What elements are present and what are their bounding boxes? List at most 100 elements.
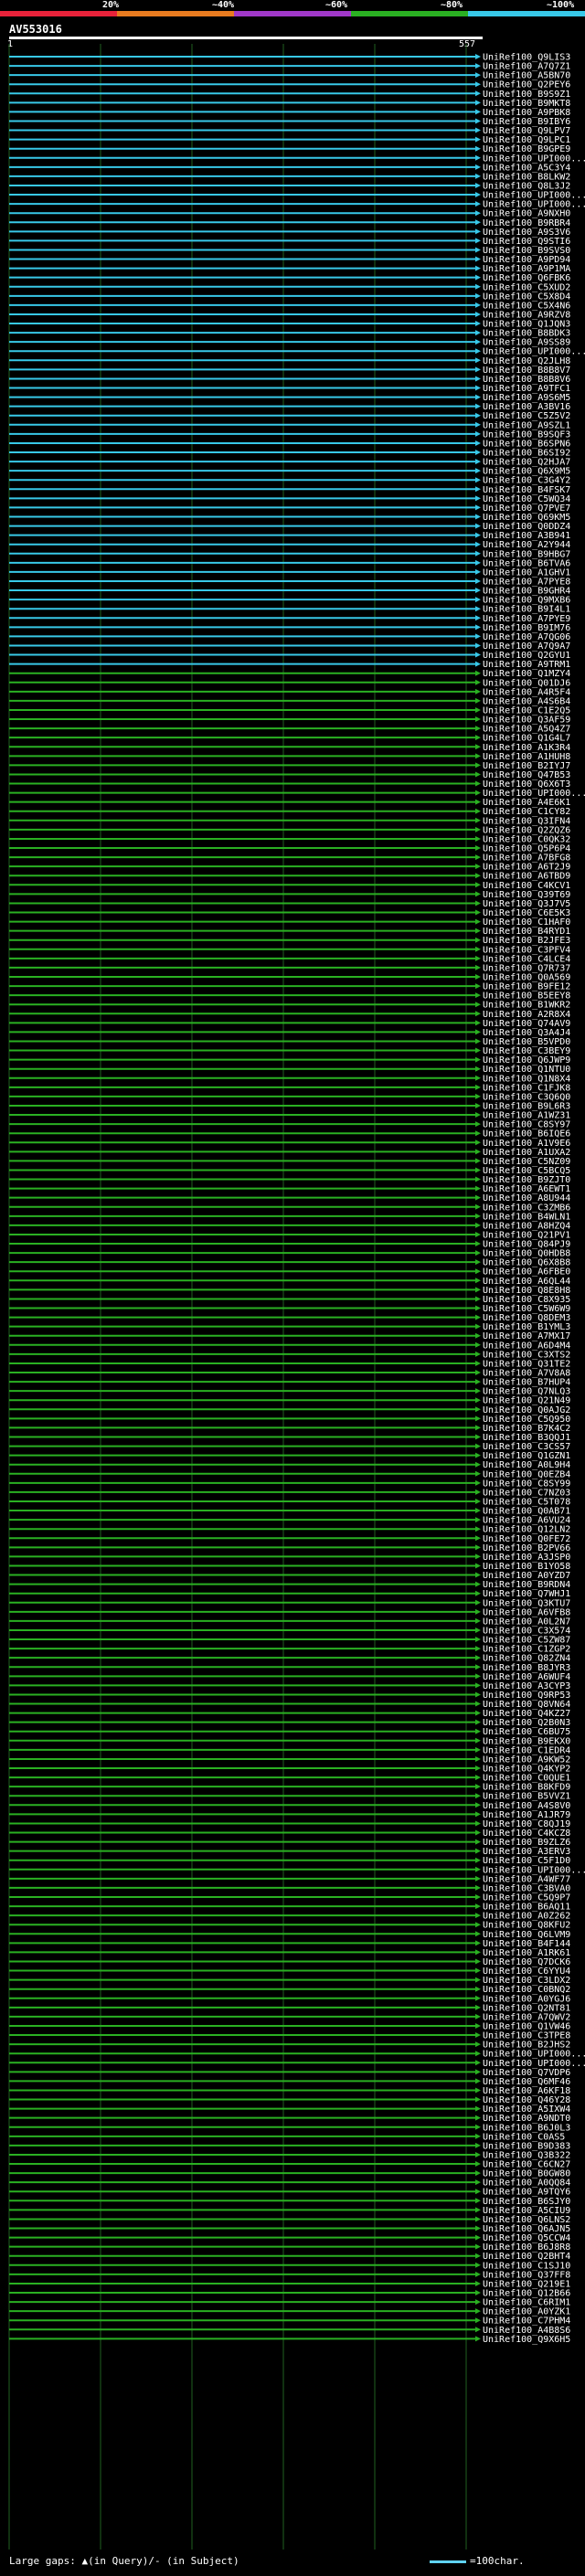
hit-arrow: [475, 2290, 481, 2296]
hit-arrow: [475, 430, 481, 437]
hit-arrow: [475, 357, 481, 364]
hit-arrow: [475, 1701, 481, 1707]
hit-arrow: [475, 256, 481, 262]
hit-arrow: [475, 597, 481, 603]
hit-arrow: [475, 845, 481, 852]
hit-arrow: [475, 2299, 481, 2306]
hit-arrow: [475, 873, 481, 879]
hit-arrow: [475, 2308, 481, 2315]
hit-arrow: [475, 292, 481, 299]
hit-arrow: [475, 2317, 481, 2324]
hit-arrow: [475, 1646, 481, 1652]
hit-arrow: [475, 468, 481, 474]
hit-arrow: [475, 2262, 481, 2268]
hit-arrow: [475, 652, 481, 658]
scale-legend-text: =100char.: [470, 2555, 525, 2567]
hit-arrow: [475, 697, 481, 704]
hit-arrow: [475, 891, 481, 897]
gap-legend: Large gaps: ▲(in Query)/- (in Subject): [9, 2555, 239, 2567]
hit-arrow: [475, 2096, 481, 2103]
hit-arrow: [475, 2041, 481, 2048]
hit-arrow: [475, 1508, 481, 1514]
hit-arrow: [475, 2179, 481, 2186]
hit-arrow: [475, 679, 481, 685]
hit-arrow: [475, 330, 481, 336]
hit-arrow: [475, 1673, 481, 1680]
hit-arrow: [475, 1765, 481, 1772]
hit-arrow: [475, 2198, 481, 2204]
hit-arrow: [475, 1922, 481, 1928]
hit-arrow: [475, 1287, 481, 1293]
hit-arrow: [475, 63, 481, 69]
hit-arrow: [475, 2133, 481, 2139]
hit-arrow: [475, 210, 481, 217]
hit-arrow: [475, 606, 481, 612]
hit-arrow: [475, 2105, 481, 2112]
hit-arrow: [475, 1388, 481, 1394]
hit-arrow: [475, 2032, 481, 2039]
hit-arrow: [475, 1149, 481, 1155]
hit-arrow: [475, 486, 481, 493]
hit-arrow: [475, 1341, 481, 1348]
hit-arrow: [475, 2189, 481, 2195]
hit-arrow: [475, 1967, 481, 1974]
hit-arrow: [475, 1903, 481, 1910]
hit-arrow: [475, 983, 481, 990]
hit-arrow: [475, 1277, 481, 1284]
hit-arrow: [475, 1185, 481, 1192]
hit-arrow: [475, 1931, 481, 1937]
hit-arrow: [475, 1332, 481, 1339]
hit-arrow: [475, 385, 481, 391]
hit-arrow: [475, 1479, 481, 1486]
hit-arrow: [475, 799, 481, 805]
hit-arrow: [475, 1038, 481, 1044]
hit-arrow: [475, 900, 481, 906]
hit-arrow: [475, 1250, 481, 1256]
hit-arrow: [475, 201, 481, 207]
hit-arrow: [475, 817, 481, 823]
hit-arrow: [475, 928, 481, 934]
hit-arrow: [475, 1314, 481, 1320]
hit-arrow: [475, 864, 481, 870]
hit-arrow: [475, 1443, 481, 1449]
hit-arrow: [475, 1949, 481, 1956]
hit-arrow: [475, 1112, 481, 1118]
hit-arrow: [475, 1406, 481, 1413]
hit-arrow: [475, 532, 481, 538]
hit-arrow: [475, 670, 481, 676]
hit-arrow: [475, 615, 481, 621]
hit-arrow: [475, 1517, 481, 1523]
hit-arrow: [475, 2069, 481, 2075]
hit-arrow: [475, 1599, 481, 1606]
hit-arrow: [475, 145, 481, 152]
hit-arrow: [475, 1977, 481, 1983]
scale-legend: =100char.: [430, 2555, 525, 2567]
hit-arrow: [475, 421, 481, 428]
hit-arrow: [475, 2078, 481, 2084]
hit-arrow: [475, 1470, 481, 1477]
hit-arrow: [475, 1323, 481, 1330]
hit-arrow: [475, 992, 481, 999]
hit-arrow: [475, 1535, 481, 1542]
hit-arrow: [475, 1194, 481, 1201]
hit-arrow: [475, 642, 481, 649]
hit-arrow: [475, 2253, 481, 2259]
hit-arrow: [475, 154, 481, 161]
hit-arrow: [475, 955, 481, 961]
hit-arrow: [475, 753, 481, 759]
hit-arrow: [475, 1305, 481, 1311]
hit-arrow: [475, 219, 481, 226]
hit-arrow: [475, 1572, 481, 1578]
hit-arrow: [475, 624, 481, 631]
hit-arrow: [475, 2271, 481, 2277]
hit-arrow: [475, 1719, 481, 1725]
hit-arrow: [475, 2124, 481, 2130]
hit-arrow: [475, 1047, 481, 1054]
hit-arrow: [475, 1268, 481, 1275]
scale-legend-swatch: [430, 2560, 466, 2563]
hit-arrow: [475, 81, 481, 88]
hit-arrow: [475, 1940, 481, 1946]
hit-arrow: [475, 762, 481, 769]
hit-arrow: [475, 1875, 481, 1882]
hit-arrow: [475, 247, 481, 253]
